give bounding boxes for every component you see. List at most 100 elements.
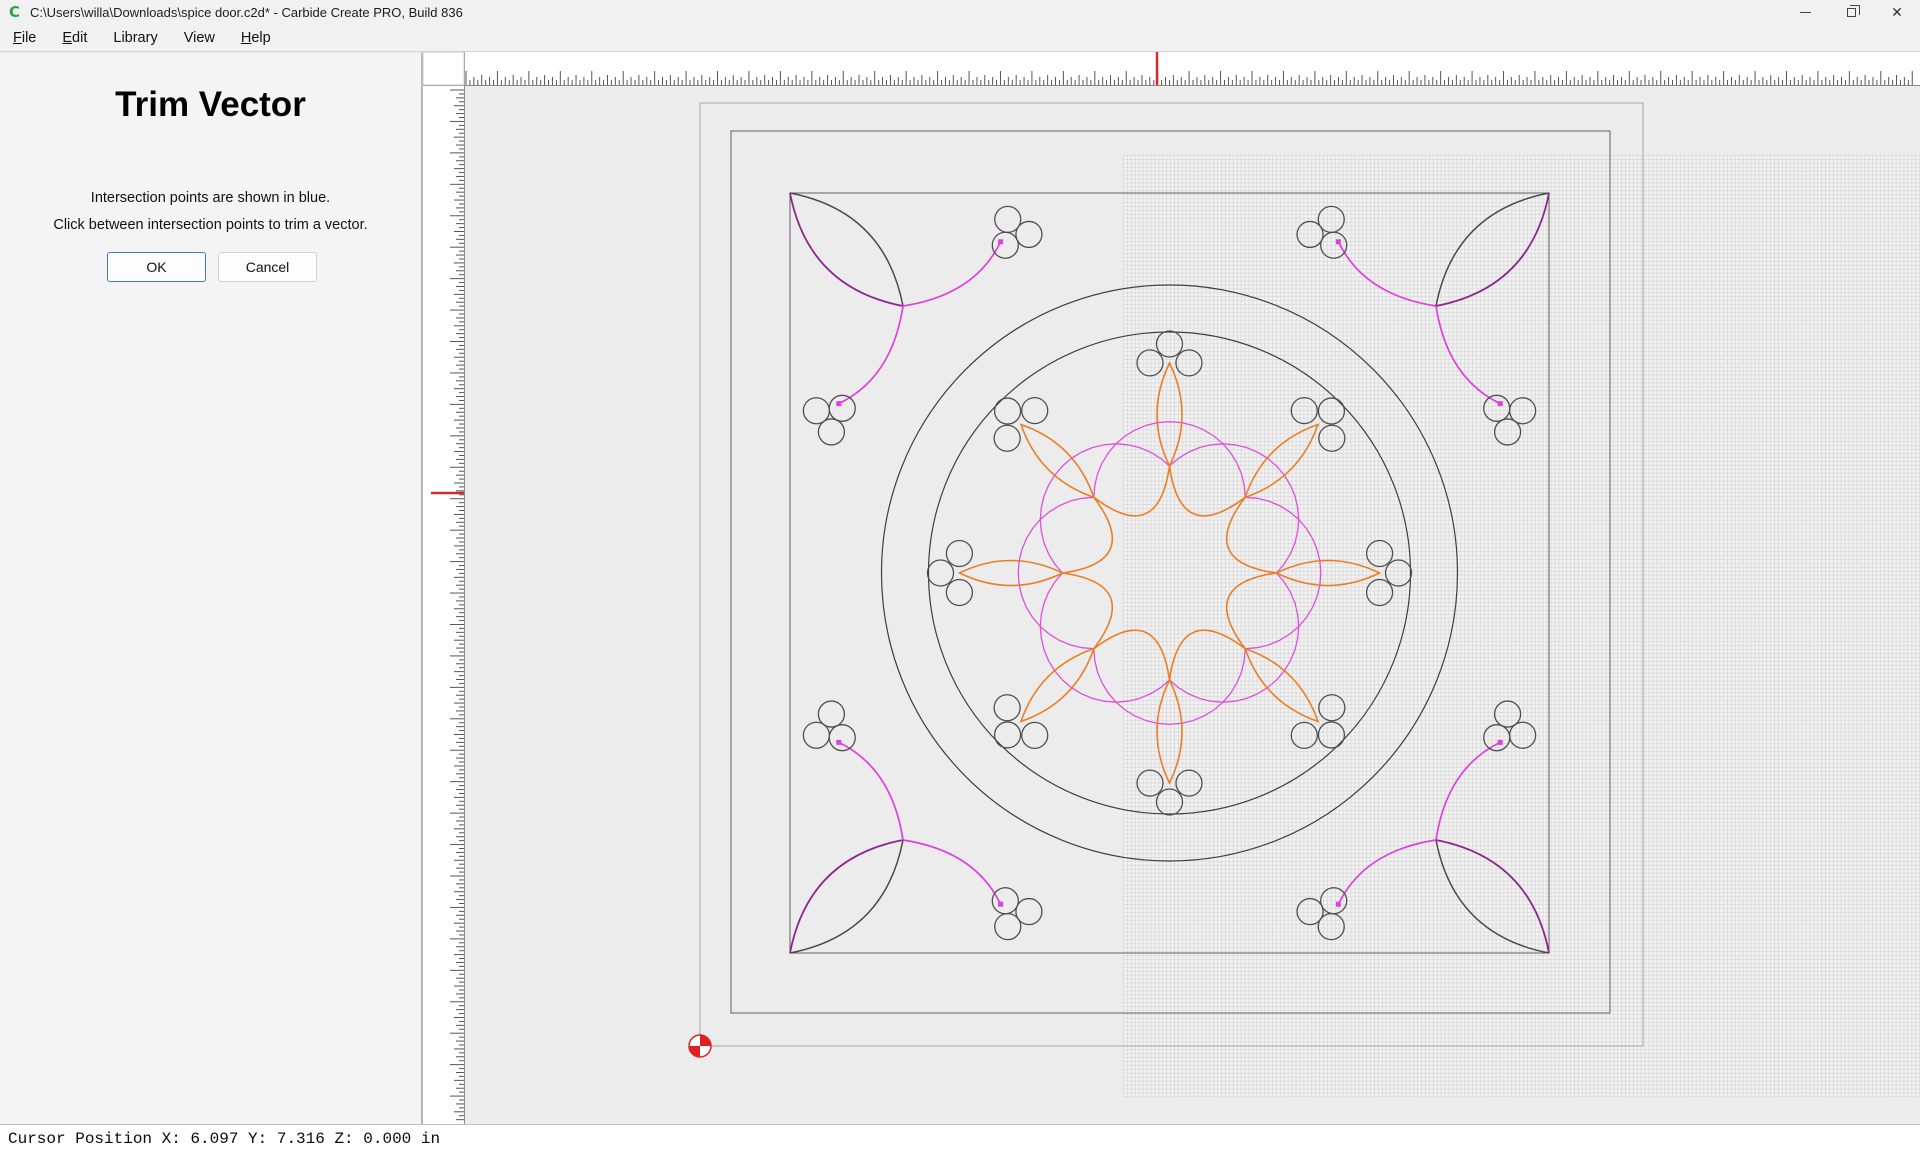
- dot-cluster-circle: [1022, 722, 1048, 748]
- dot-cluster-circle: [946, 579, 972, 605]
- pink-weave-arc: [1245, 497, 1321, 648]
- dot-cluster-circle: [1367, 541, 1393, 567]
- app-window: C C:\Users\willa\Downloads\spice door.c2…: [0, 0, 1920, 1152]
- dot-cluster-circle: [1319, 425, 1345, 451]
- dot-cluster-circle: [992, 888, 1018, 914]
- vertical-ruler: [423, 52, 465, 1124]
- stock-boundary: [700, 103, 1643, 1046]
- dot-cluster-circle: [1484, 395, 1510, 421]
- pink-weave-arc: [1094, 649, 1245, 725]
- dot-cluster-circle: [1022, 398, 1048, 424]
- dot-cluster-circle: [1016, 899, 1042, 925]
- dot-cluster-circle: [1495, 701, 1521, 727]
- dot-cluster-circle: [829, 395, 855, 421]
- dot-cluster-circle: [1157, 331, 1183, 357]
- swirl-endpoint-marker: [1336, 239, 1341, 244]
- swirl-endpoint-marker: [836, 401, 841, 406]
- orange-petal: [1157, 363, 1182, 466]
- orange-petal: [960, 561, 1063, 586]
- dot-cluster-circle: [995, 398, 1021, 424]
- trim-vector-panel: Trim Vector Intersection points are show…: [0, 53, 422, 1124]
- swirl-endpoint-marker: [1336, 902, 1341, 907]
- dot-cluster-circle: [1484, 725, 1510, 751]
- instruction-line: Click between intersection points to tri…: [0, 212, 421, 239]
- orange-petal: [1157, 680, 1182, 783]
- dot-cluster-circle: [818, 419, 844, 445]
- dialog-instructions: Intersection points are shown in blue. C…: [0, 185, 421, 239]
- dot-cluster-circle: [992, 232, 1018, 258]
- inner-design-rect: [790, 193, 1549, 953]
- dot-cluster-circle: [1291, 722, 1317, 748]
- corner-leaf-edge: [790, 840, 903, 953]
- swirl-endpoint-marker: [1498, 740, 1503, 745]
- magenta-swirl: [1338, 840, 1436, 904]
- corner-leaf-edge: [1436, 840, 1549, 953]
- dot-cluster-circle: [1176, 350, 1202, 376]
- cursor-position-readout: Cursor Position X: 6.097 Y: 7.316 Z: 0.0…: [8, 1130, 440, 1148]
- dot-cluster-circle: [1291, 398, 1317, 424]
- dot-cluster-circle: [1319, 695, 1345, 721]
- dot-cluster-circle: [1297, 899, 1323, 925]
- status-bar: Cursor Position X: 6.097 Y: 7.316 Z: 0.0…: [0, 1124, 1920, 1152]
- corner-leaf-edge: [790, 840, 903, 953]
- dot-cluster-circle: [829, 725, 855, 751]
- dot-cluster-circle: [994, 425, 1020, 451]
- dot-cluster-circle: [818, 701, 844, 727]
- inner-circle-vector: [929, 332, 1411, 814]
- orange-petal: [1277, 561, 1380, 586]
- corner-leaf-edge: [790, 193, 903, 306]
- pink-weave-arc: [1040, 444, 1169, 573]
- magenta-swirl: [903, 840, 1001, 904]
- dot-cluster-circle: [1321, 232, 1347, 258]
- corner-leaf-edge: [1436, 193, 1549, 306]
- dot-cluster-circle: [1318, 722, 1344, 748]
- orange-petal: [1021, 425, 1094, 498]
- dot-cluster-circle: [1297, 221, 1323, 247]
- orange-petal: [1245, 649, 1318, 722]
- magenta-swirl: [839, 306, 903, 404]
- horizontal-ruler: [423, 52, 1920, 85]
- origin-marker-quadrant: [700, 1035, 711, 1046]
- magenta-swirl: [1436, 742, 1500, 840]
- dot-cluster-circle: [1157, 789, 1183, 815]
- cancel-button[interactable]: Cancel: [218, 252, 317, 282]
- magenta-swirl: [839, 742, 903, 840]
- swirl-endpoint-marker: [998, 902, 1003, 907]
- dot-cluster-circle: [1016, 221, 1042, 247]
- dot-cluster-circle: [1367, 579, 1393, 605]
- dot-cluster-circle: [1321, 888, 1347, 914]
- dot-cluster-circle: [1176, 770, 1202, 796]
- magenta-swirl: [903, 242, 1001, 306]
- origin-marker-quadrant: [689, 1046, 700, 1057]
- orange-petal: [1245, 425, 1318, 498]
- ruler-corner-box: [423, 52, 464, 85]
- ok-button[interactable]: OK: [107, 252, 206, 282]
- pink-weave-arc: [1170, 444, 1299, 573]
- dot-cluster-circle: [946, 541, 972, 567]
- dot-cluster-circle: [1318, 398, 1344, 424]
- corner-leaf-edge: [790, 193, 903, 306]
- orange-petal: [1021, 649, 1094, 722]
- swirl-endpoint-marker: [998, 239, 1003, 244]
- dot-cluster-circle: [995, 722, 1021, 748]
- outer-circle-vector: [882, 285, 1458, 861]
- dot-cluster-circle: [928, 560, 954, 586]
- dot-cluster-circle: [1495, 419, 1521, 445]
- pink-weave-arc: [1040, 573, 1169, 702]
- instruction-line: Intersection points are shown in blue.: [0, 185, 421, 212]
- dot-cluster-circle: [994, 695, 1020, 721]
- dialog-title: Trim Vector: [0, 85, 421, 125]
- magenta-swirl: [1338, 242, 1436, 306]
- magenta-swirl: [1436, 306, 1500, 404]
- dot-cluster-circle: [1137, 350, 1163, 376]
- swirl-endpoint-marker: [836, 740, 841, 745]
- pink-weave-arc: [1170, 573, 1299, 702]
- dot-cluster-circle: [1137, 770, 1163, 796]
- pink-weave-arc: [1094, 422, 1245, 498]
- pink-weave-arc: [1018, 497, 1094, 648]
- dot-cluster-circle: [1386, 560, 1412, 586]
- corner-leaf-edge: [1436, 840, 1549, 953]
- swirl-endpoint-marker: [1498, 401, 1503, 406]
- outer-design-rect: [731, 131, 1610, 1013]
- corner-leaf-edge: [1436, 193, 1549, 306]
